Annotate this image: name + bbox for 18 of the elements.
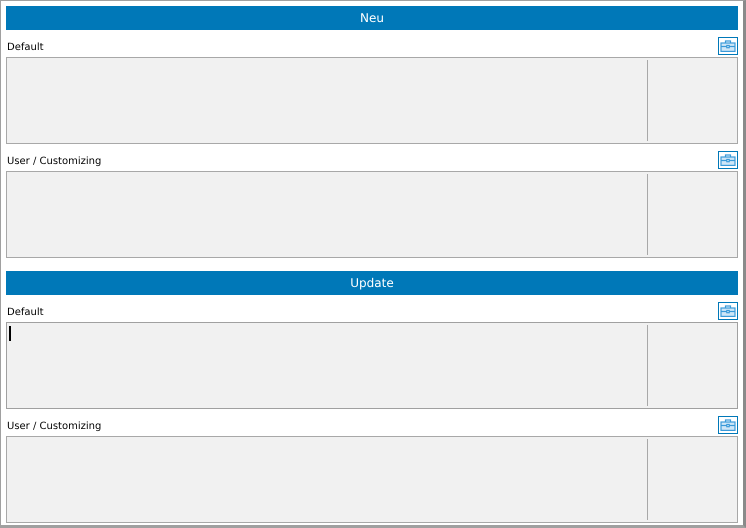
toolbox-button[interactable] xyxy=(718,302,738,320)
toolbox-button[interactable] xyxy=(718,37,738,55)
toolbox-icon xyxy=(720,419,736,431)
toolbox-icon xyxy=(720,40,736,52)
text-field[interactable] xyxy=(6,57,738,144)
toolbox-button[interactable] xyxy=(718,416,738,434)
text-field[interactable] xyxy=(6,171,738,258)
toolbox-icon xyxy=(720,154,736,166)
section-header: Neu xyxy=(6,6,738,30)
toolbox-button[interactable] xyxy=(718,151,738,169)
text-field[interactable] xyxy=(6,436,738,523)
group-label: User / Customizing xyxy=(7,420,102,434)
text-field[interactable] xyxy=(6,322,738,409)
group-label: Default xyxy=(7,41,44,55)
group-label: User / Customizing xyxy=(7,155,102,169)
section-header: Update xyxy=(6,271,738,295)
group-label: Default xyxy=(7,306,44,320)
toolbox-icon xyxy=(720,305,736,317)
